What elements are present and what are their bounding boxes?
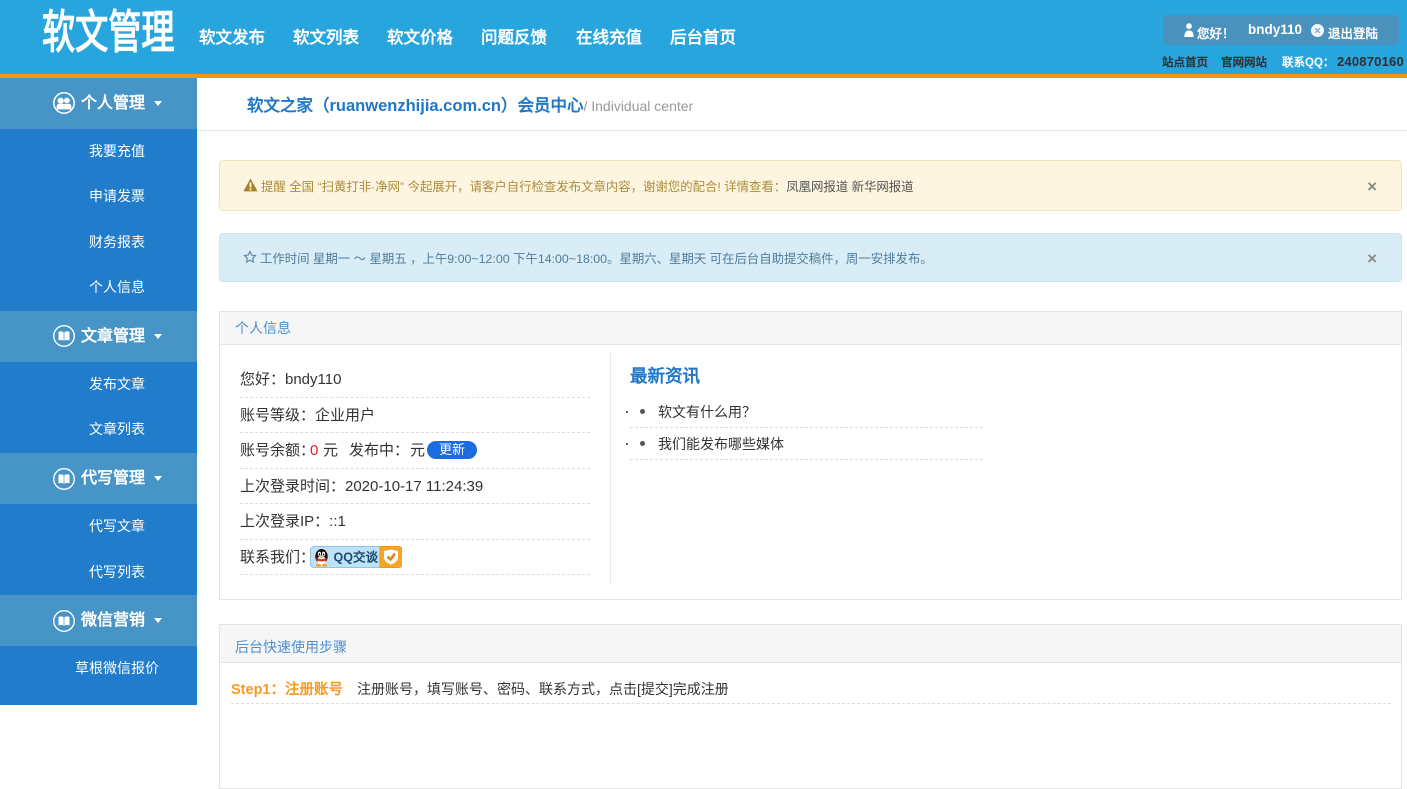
svg-text:QQ交谈: QQ交谈 — [334, 549, 379, 564]
